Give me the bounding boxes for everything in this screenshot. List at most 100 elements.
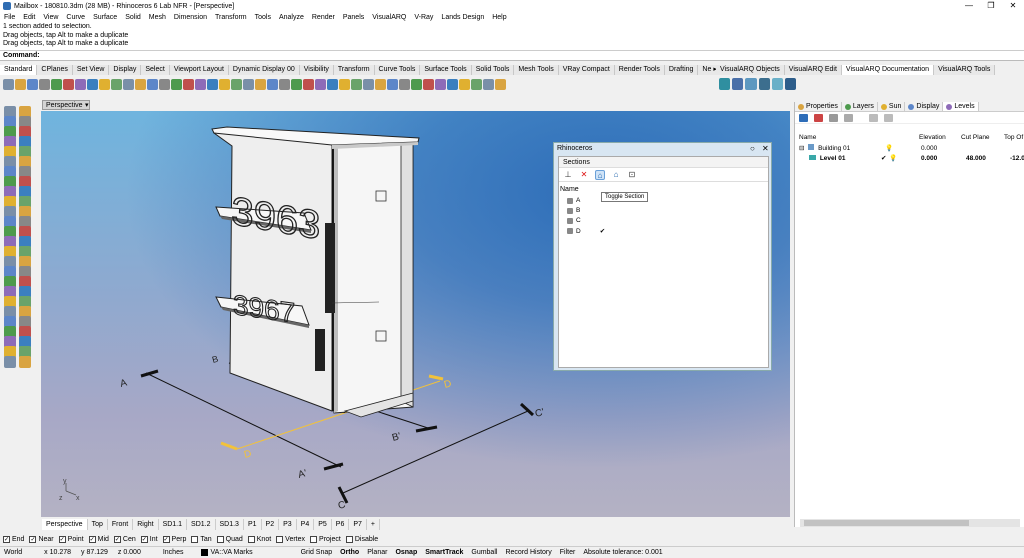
viewport-tab[interactable]: + [367, 519, 380, 530]
toolbar-tool-icon[interactable] [375, 78, 386, 90]
gumball-toggle[interactable]: Gumball [467, 547, 501, 558]
building-row[interactable]: ⊟ Building 01 [799, 144, 850, 154]
toolbar-tool-icon[interactable] [471, 78, 482, 90]
toolbar-tool-icon[interactable] [87, 78, 98, 90]
menu-view[interactable]: View [39, 14, 62, 21]
toolbar-tool-icon[interactable] [447, 78, 458, 90]
menu-edit[interactable]: Edit [19, 14, 39, 21]
toolbar-tool-icon[interactable] [183, 78, 194, 90]
osnap-knot[interactable]: Knot [247, 536, 271, 543]
menu-panels[interactable]: Panels [339, 14, 368, 21]
delete-level-icon[interactable] [814, 113, 823, 122]
toolbar-tool-icon[interactable] [483, 78, 494, 90]
osnap-checkbox[interactable]: ✓ [113, 536, 121, 543]
viewport-dropdown-icon[interactable]: ▾ [85, 101, 89, 111]
toolbar-tab[interactable]: Viewport Layout [169, 65, 229, 75]
minimize-button[interactable]: — [958, 0, 980, 12]
osnap-tan[interactable]: Tan [191, 536, 212, 543]
toolbar-tool-icon[interactable] [231, 78, 242, 90]
viewport-tab[interactable]: P5 [314, 519, 332, 530]
section-list-item[interactable]: D ✔ [567, 227, 605, 235]
osnap-project[interactable]: Project [310, 536, 341, 543]
level-up-icon[interactable] [829, 113, 838, 122]
level-down-icon[interactable] [844, 113, 853, 122]
toolbar-tool-icon[interactable] [351, 78, 362, 90]
collapse-icon[interactable]: ⊟ [799, 145, 804, 152]
toolbar-tool-icon[interactable] [267, 78, 278, 90]
command-line[interactable]: Command: [0, 51, 1024, 61]
smarttrack-toggle[interactable]: SmartTrack [421, 547, 467, 558]
level-check-icon[interactable]: ✔ [881, 154, 886, 164]
toolbar-tool-icon[interactable] [315, 78, 326, 90]
toolbar-tab[interactable]: Select [141, 65, 170, 75]
toolbar-tool-icon[interactable] [171, 78, 182, 90]
osnap-quad[interactable]: Quad [216, 536, 243, 543]
menu-landsdesign[interactable]: Lands Design [437, 14, 488, 21]
toolbar-tab[interactable]: Dynamic Display 00 [228, 65, 300, 75]
visualarq-tab[interactable]: VisualARQ Edit [784, 65, 842, 75]
menu-dimension[interactable]: Dimension [170, 14, 211, 21]
toolbar-tool-icon[interactable] [3, 78, 14, 90]
visualarq-tab[interactable]: VisualARQ Objects [716, 65, 785, 75]
toolbar-tab[interactable]: Visibility [299, 65, 334, 75]
section-house-icon[interactable]: ⌂ [611, 170, 621, 180]
panel-tab-properties[interactable]: Properties [795, 102, 842, 111]
toolbar-tool-icon[interactable] [495, 78, 506, 90]
panel-tab-layers[interactable]: Layers [842, 102, 878, 111]
modeling-tool-icon[interactable] [4, 356, 16, 368]
toolbar-tool-icon[interactable] [291, 78, 302, 90]
layer-status[interactable]: VA::VA Marks [197, 547, 256, 558]
visualarq-tab[interactable]: VisualARQ Documentation [841, 65, 935, 75]
panel-horizontal-scrollbar[interactable] [800, 519, 1020, 527]
viewport-tab[interactable]: P3 [279, 519, 297, 530]
close-button[interactable]: ✕ [1002, 0, 1024, 12]
viewport-tab[interactable]: SD1.3 [216, 519, 244, 530]
toolbar-tool-icon[interactable] [15, 78, 26, 90]
toolbar-tool-icon[interactable] [327, 78, 338, 90]
toolbar-tool-icon[interactable] [195, 78, 206, 90]
toolbar-tool-icon[interactable] [363, 78, 374, 90]
viewport-tab[interactable]: P2 [262, 519, 280, 530]
toolbar-tool-icon[interactable] [387, 78, 398, 90]
osnap-checkbox[interactable] [247, 536, 255, 543]
toolbar-tool-icon[interactable] [399, 78, 410, 90]
viewport-tab[interactable]: Top [88, 519, 108, 530]
toolbar-tool-icon[interactable] [459, 78, 470, 90]
menu-solid[interactable]: Solid [121, 14, 145, 21]
toolbar-tool-icon[interactable] [135, 78, 146, 90]
visualarq-tool-icon[interactable] [745, 78, 757, 90]
toolbar-tool-icon[interactable] [219, 78, 230, 90]
toolbar-tool-icon[interactable] [435, 78, 446, 90]
menu-mesh[interactable]: Mesh [145, 14, 170, 21]
menu-tools[interactable]: Tools [251, 14, 275, 21]
section-list-item[interactable]: A [567, 197, 599, 204]
menu-surface[interactable]: Surface [89, 14, 121, 21]
toolbar-tab[interactable]: Curve Tools [374, 65, 421, 75]
toolbar-tab[interactable]: VRay Compact [558, 65, 615, 75]
toolbar-tool-icon[interactable] [39, 78, 50, 90]
cplane-status[interactable]: World [0, 547, 26, 558]
visualarq-tool-icon[interactable] [719, 78, 731, 90]
toolbar-tool-icon[interactable] [111, 78, 122, 90]
menu-help[interactable]: Help [488, 14, 510, 21]
toolbar-tool-icon[interactable] [27, 78, 38, 90]
toolbar-tool-icon[interactable] [147, 78, 158, 90]
osnap-checkbox[interactable] [276, 536, 284, 543]
visualarq-tab[interactable]: VisualARQ Tools [934, 65, 996, 75]
filter-toggle[interactable]: Filter [556, 547, 580, 558]
dialog-close-icon[interactable]: ✕ [762, 144, 769, 153]
mailbox-model[interactable]: 3963 3967 [211, 126, 420, 418]
section-list-item[interactable]: C [567, 217, 600, 224]
panel-tab-sun[interactable]: Sun [878, 102, 906, 111]
osnap-disable[interactable]: Disable [345, 536, 378, 543]
visualarq-tool-icon[interactable] [771, 78, 783, 90]
toolbar-tool-icon[interactable] [207, 78, 218, 90]
menu-vray[interactable]: V-Ray [410, 14, 437, 21]
toolbar-tool-icon[interactable] [255, 78, 266, 90]
toolbar-tool-icon[interactable] [279, 78, 290, 90]
menu-render[interactable]: Render [308, 14, 339, 21]
toolbar-tab[interactable]: Display [109, 65, 142, 75]
toolbar-tool-icon[interactable] [243, 78, 254, 90]
toolbar-tool-icon[interactable] [123, 78, 134, 90]
osnap-cen[interactable]: ✓ Cen [113, 536, 136, 543]
